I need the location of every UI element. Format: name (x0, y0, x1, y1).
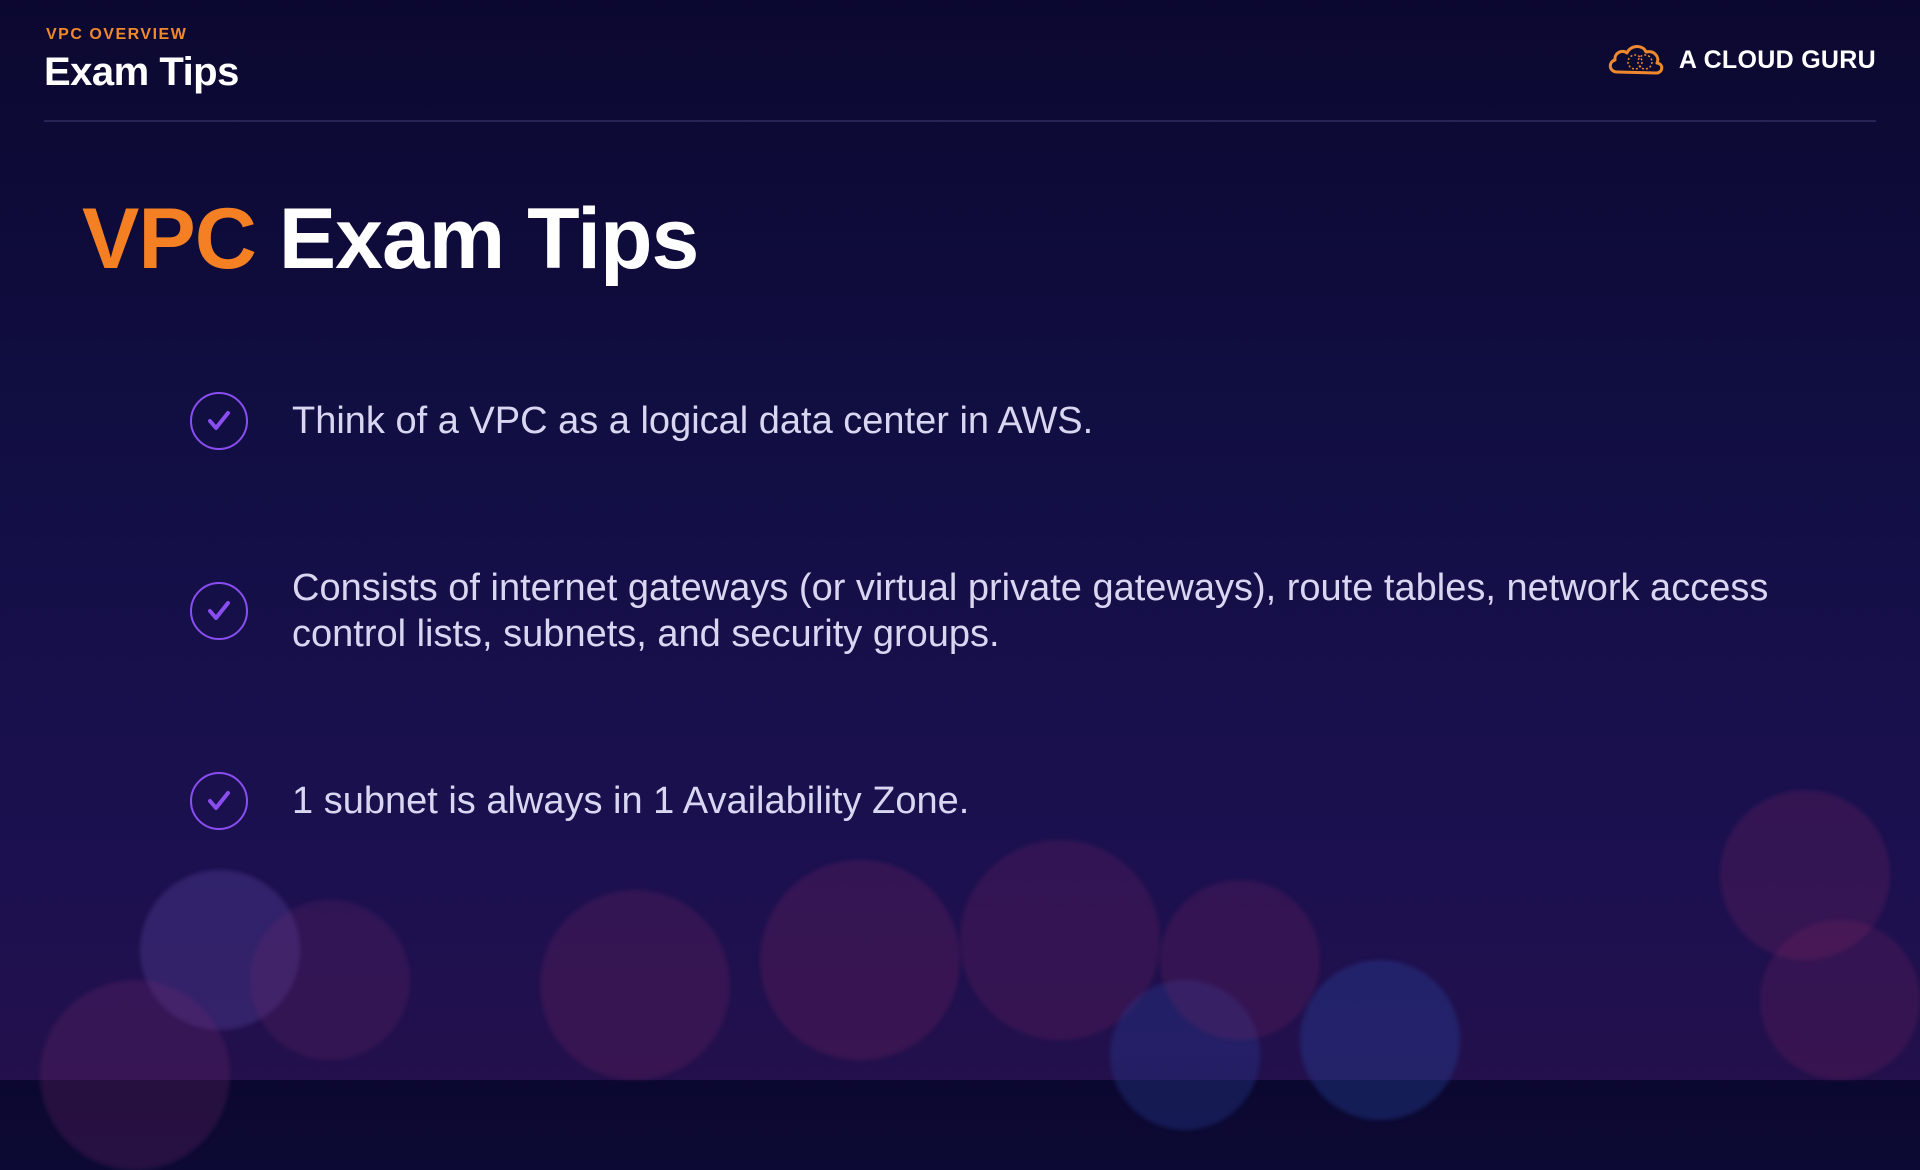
tip-text: Think of a VPC as a logical data center … (292, 400, 1094, 442)
tip-item: Consists of internet gateways (or virtua… (190, 565, 1772, 657)
cloud-icon (1608, 45, 1664, 75)
section-kicker: VPC OVERVIEW (46, 26, 188, 43)
tip-item: Think of a VPC as a logical data center … (190, 392, 1772, 450)
tip-text: Consists of internet gateways (or virtua… (292, 567, 1769, 655)
check-circle-icon (190, 582, 248, 640)
bokeh-circle (40, 980, 230, 1170)
bokeh-circle (140, 870, 300, 1030)
brand: A CLOUD GURU (1605, 40, 1876, 80)
slide-header: VPC OVERVIEW Exam Tips A CLOUD GURU (44, 0, 1876, 122)
bokeh-circle (1300, 960, 1460, 1120)
check-circle-icon (190, 772, 248, 830)
bokeh-circle (1160, 880, 1320, 1040)
bokeh-circle (760, 860, 960, 1060)
brand-name: A CLOUD GURU (1678, 45, 1876, 74)
tip-text: 1 subnet is always in 1 Availability Zon… (292, 780, 970, 822)
bokeh-circle (250, 900, 410, 1060)
slide-title-accent: VPC (82, 191, 257, 287)
bokeh-circle (540, 890, 730, 1080)
slide-title-rest: Exam Tips (278, 191, 700, 287)
header-title: Exam Tips (44, 50, 239, 94)
slide-title: VPC Exam Tips (82, 196, 699, 282)
tip-item: 1 subnet is always in 1 Availability Zon… (190, 772, 1772, 830)
check-circle-icon (190, 392, 248, 450)
bokeh-circle (1760, 920, 1920, 1080)
bokeh-circle (960, 840, 1160, 1040)
bokeh-circle (1110, 980, 1260, 1130)
